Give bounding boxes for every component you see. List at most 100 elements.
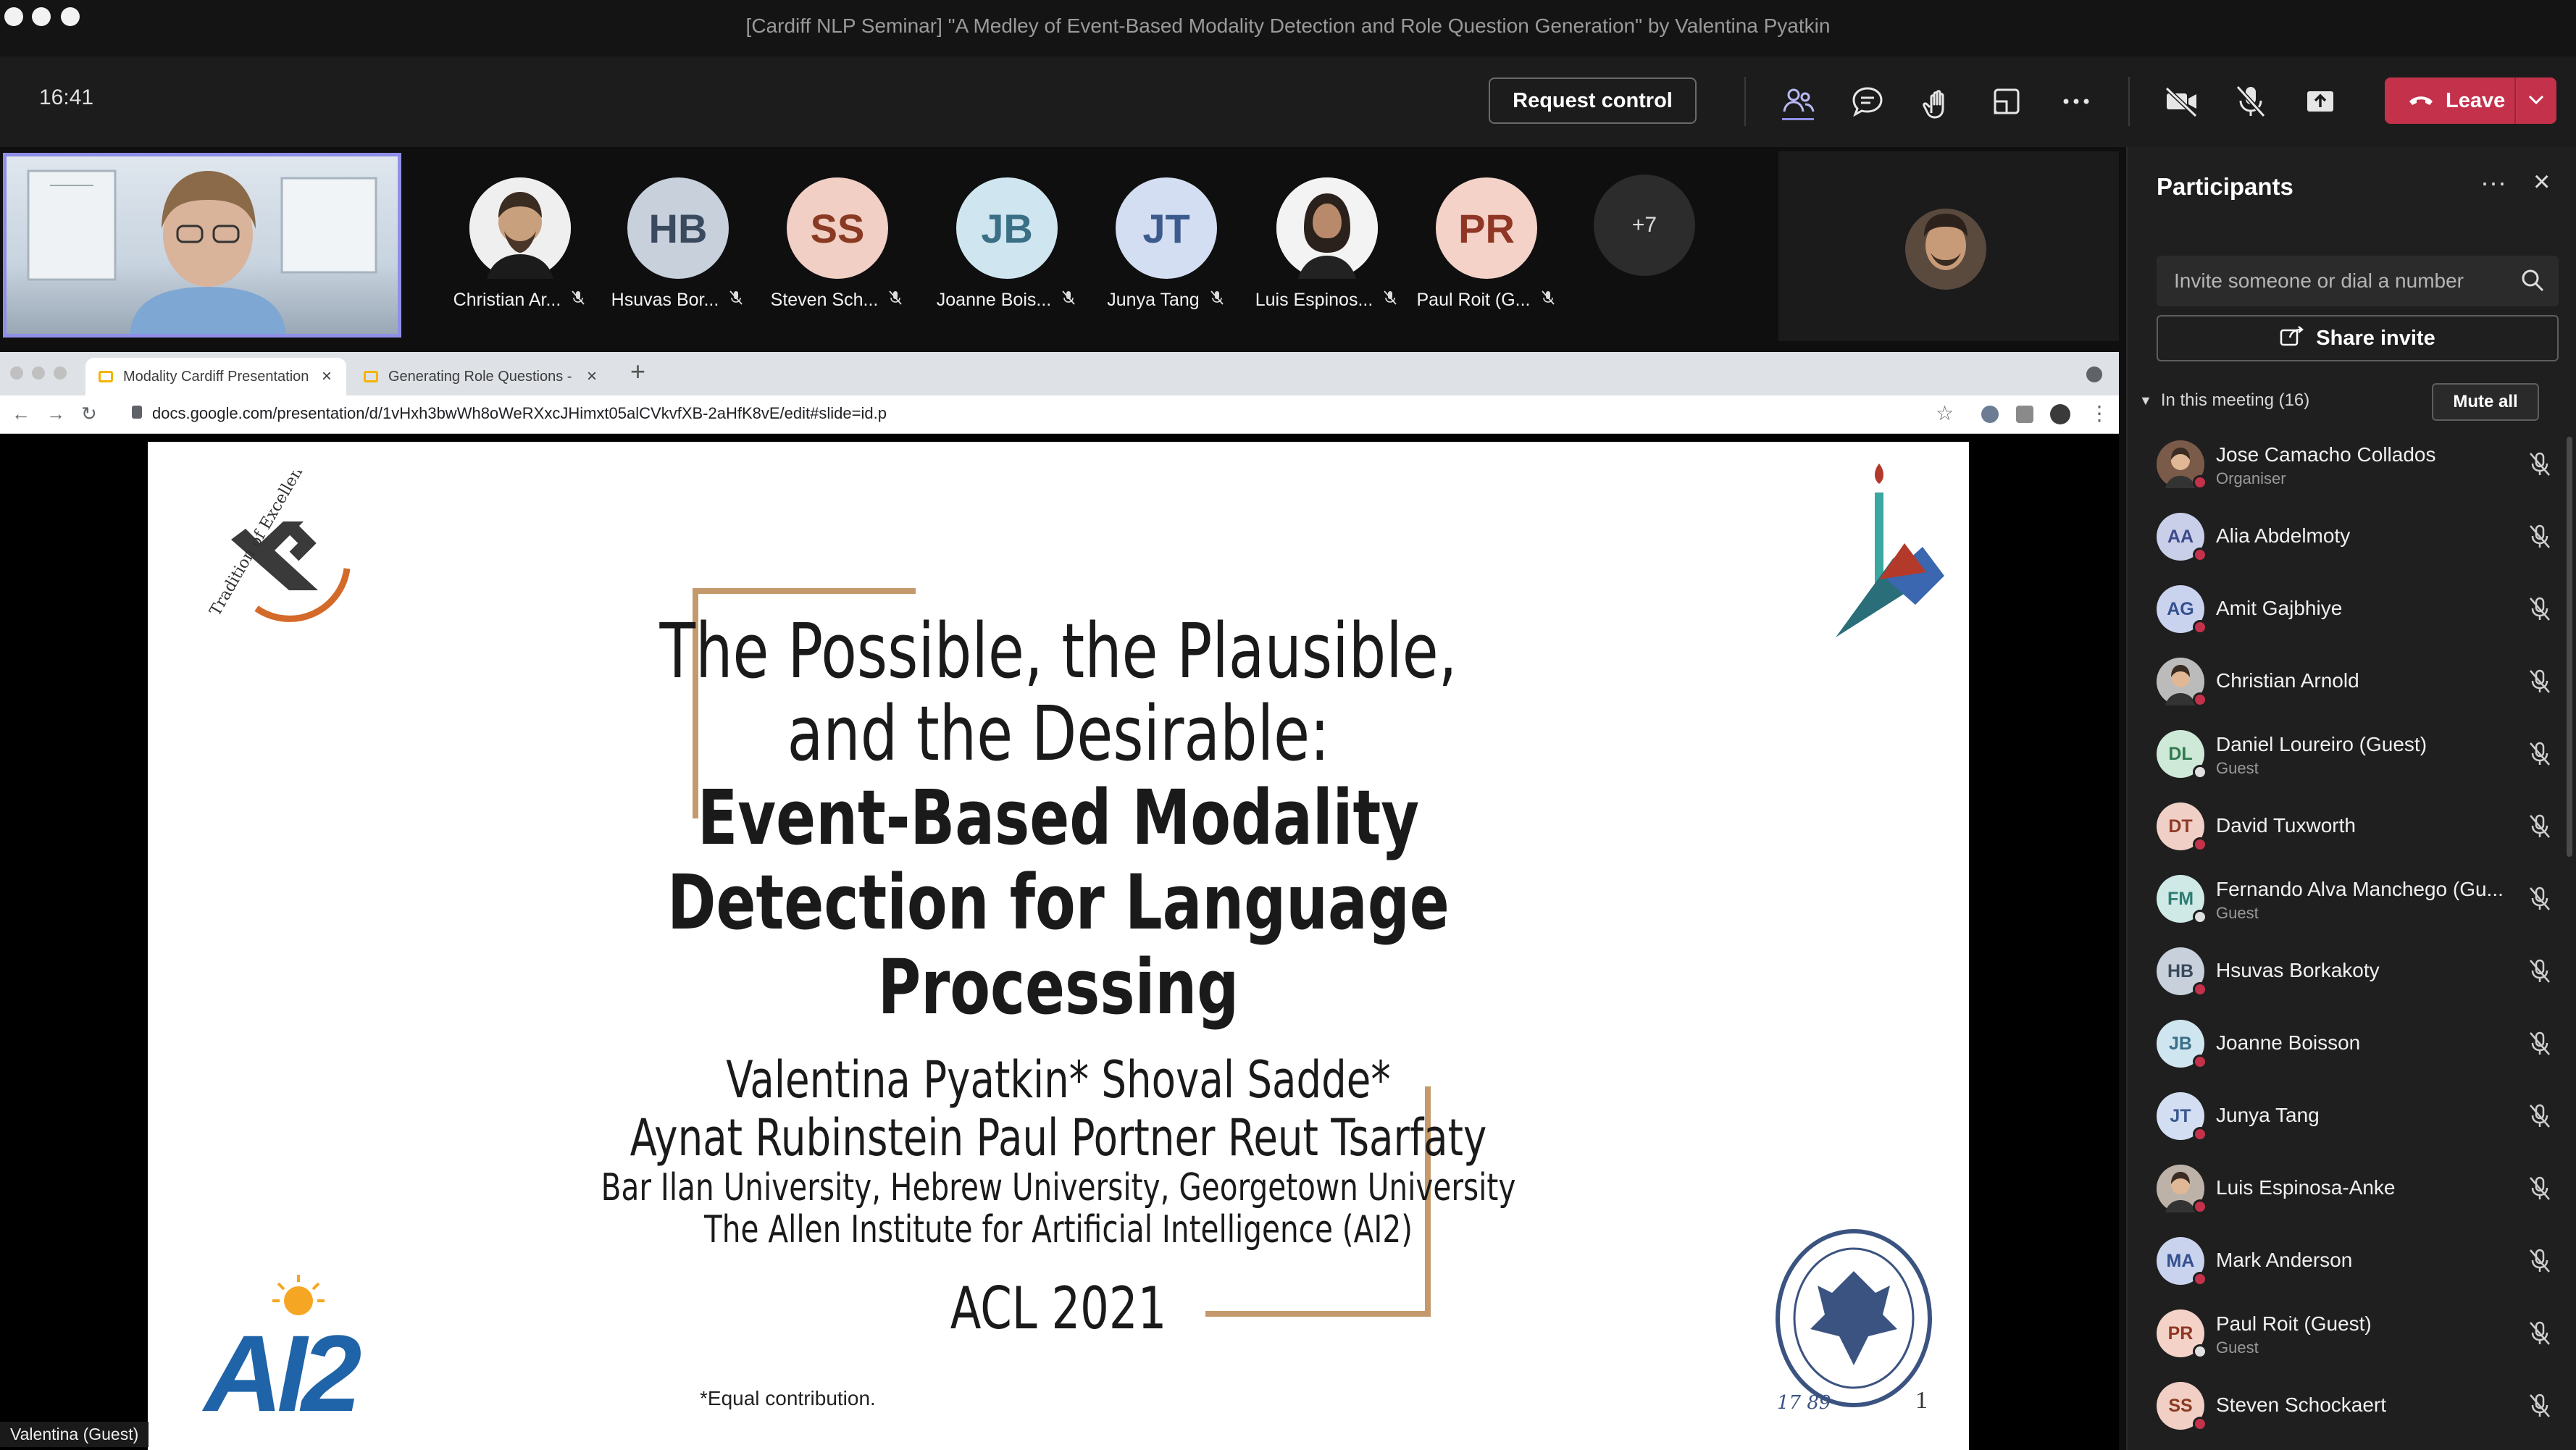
gallery-participant[interactable]: Luis Espinos... bbox=[1255, 177, 1400, 311]
leave-label: Leave bbox=[2446, 88, 2506, 112]
browser-tab-active[interactable]: Modality Cardiff Presentation × bbox=[85, 358, 346, 395]
presenter-video[interactable] bbox=[3, 153, 401, 338]
browser-nav-icons[interactable]: ←→↻ bbox=[12, 403, 113, 425]
tab-search-icon[interactable] bbox=[2086, 366, 2102, 382]
participant-row[interactable]: Christian Arnold bbox=[2157, 649, 2551, 714]
participant-role: Organiser bbox=[2216, 469, 2286, 487]
participant-row[interactable]: JB Joanne Boisson bbox=[2157, 1011, 2551, 1076]
participant-name: Paul Roit (G... bbox=[1416, 290, 1531, 310]
mic-off-icon[interactable] bbox=[2526, 1247, 2554, 1275]
participant-row[interactable]: PR Paul Roit (Guest) Guest bbox=[2157, 1301, 2551, 1366]
mic-off-icon[interactable] bbox=[2526, 813, 2554, 840]
panel-scrollbar[interactable] bbox=[2567, 437, 2572, 857]
participant-name: David Tuxworth bbox=[2216, 814, 2356, 837]
panel-more-icon[interactable]: ··· bbox=[2480, 167, 2506, 198]
gallery-participant[interactable]: HB Hsuvas Bor... bbox=[606, 177, 750, 311]
leave-options-button[interactable] bbox=[2514, 77, 2556, 124]
share-invite-button[interactable]: Share invite bbox=[2157, 315, 2559, 361]
participant-row[interactable]: Jose Camacho Collados Organiser bbox=[2157, 432, 2551, 497]
gallery-participant[interactable]: Christian Ar... bbox=[448, 177, 593, 311]
in-meeting-section-toggle[interactable]: ▼ In this meeting (16) bbox=[2139, 390, 2309, 411]
participant-name: Junya Tang bbox=[1107, 290, 1200, 310]
mic-off-icon[interactable] bbox=[2526, 1030, 2554, 1057]
mic-off-icon[interactable] bbox=[2526, 1175, 2554, 1202]
participant-row[interactable]: MA Mark Anderson bbox=[2157, 1228, 2551, 1294]
request-control-button[interactable]: Request control bbox=[1489, 77, 1697, 124]
mute-all-button[interactable]: Mute all bbox=[2432, 383, 2539, 421]
slide-venue: ACL 2021 bbox=[950, 1275, 1167, 1342]
people-icon[interactable] bbox=[1779, 83, 1817, 120]
presence-status-icon bbox=[2193, 765, 2207, 779]
mic-off-icon[interactable] bbox=[2526, 740, 2554, 768]
mic-off-icon[interactable] bbox=[2526, 885, 2554, 913]
extension-icon[interactable] bbox=[1981, 406, 1999, 423]
avatar-initials: AG bbox=[2167, 598, 2194, 619]
close-tab-icon[interactable]: × bbox=[322, 366, 332, 387]
gallery-participant[interactable]: JT Junya Tang bbox=[1094, 177, 1239, 311]
participant-name: Alia Abdelmoty bbox=[2216, 524, 2351, 547]
gallery-participant[interactable]: PR Paul Roit (G... bbox=[1414, 177, 1559, 311]
invite-search-input[interactable]: Invite someone or dial a number bbox=[2157, 256, 2559, 306]
browser-menu-icon[interactable]: ⋮ bbox=[2089, 401, 2109, 425]
camera-off-icon[interactable] bbox=[2162, 83, 2200, 120]
mic-off-icon[interactable] bbox=[2232, 83, 2270, 120]
mic-off-icon[interactable] bbox=[2526, 595, 2554, 623]
slides-icon bbox=[364, 371, 378, 382]
mic-off-icon[interactable] bbox=[2526, 523, 2554, 550]
more-participants-button[interactable]: +7 bbox=[1594, 175, 1695, 276]
participant-row[interactable]: HB Hsuvas Borkakoty bbox=[2157, 939, 2551, 1004]
participant-row[interactable]: SS Steven Schockaert bbox=[2157, 1373, 2551, 1438]
gallery-participant[interactable]: SS Steven Sch... bbox=[765, 177, 910, 311]
georgetown-seal: 17 89 bbox=[1776, 1229, 1932, 1414]
invite-placeholder: Invite someone or dial a number bbox=[2174, 269, 2464, 292]
mic-off-icon[interactable] bbox=[2526, 957, 2554, 985]
gallery-participant[interactable]: JB Joanne Bois... bbox=[934, 177, 1079, 311]
mic-off-icon bbox=[1208, 289, 1226, 311]
meeting-clock: 16:41 bbox=[39, 85, 94, 109]
search-icon[interactable] bbox=[2519, 267, 2546, 298]
browser-tab[interactable]: Generating Role Questions - G × bbox=[351, 358, 611, 395]
speaker-video-tile[interactable] bbox=[1778, 151, 2119, 341]
chat-icon[interactable] bbox=[1849, 83, 1886, 120]
window-titlebar: [Cardiff NLP Seminar] "A Medley of Event… bbox=[0, 0, 2576, 56]
participant-name: Steven Sch... bbox=[770, 290, 879, 310]
presence-status-icon bbox=[2193, 910, 2207, 924]
puzzle-icon[interactable] bbox=[2016, 406, 2033, 423]
avatar: PR bbox=[1436, 177, 1537, 279]
avatar-initials: JT bbox=[2170, 1105, 2191, 1126]
participant-row[interactable]: AG Amit Gajbhiye bbox=[2157, 577, 2551, 642]
participant-name: Paul Roit (Guest) bbox=[2216, 1312, 2372, 1335]
browser-tabstrip: Modality Cardiff Presentation × Generati… bbox=[0, 352, 2119, 395]
avatar-initials: DT bbox=[2168, 816, 2193, 837]
close-tab-icon[interactable]: × bbox=[587, 366, 597, 387]
close-panel-icon[interactable]: × bbox=[2533, 166, 2550, 198]
share-content-icon[interactable] bbox=[2301, 83, 2339, 120]
participant-row[interactable]: AA Alia Abdelmoty bbox=[2157, 504, 2551, 569]
participant-row[interactable]: DL Daniel Loureiro (Guest) Guest bbox=[2157, 721, 2551, 787]
participant-row[interactable]: DT David Tuxworth bbox=[2157, 794, 2551, 859]
avatar-initials: JB bbox=[981, 205, 1033, 251]
presence-status-icon bbox=[2193, 1417, 2207, 1431]
mic-off-icon[interactable] bbox=[2526, 450, 2554, 478]
leave-button[interactable]: Leave bbox=[2385, 77, 2556, 124]
new-tab-button[interactable]: + bbox=[630, 356, 645, 387]
participant-name: Amit Gajbhiye bbox=[2216, 597, 2343, 619]
participant-row[interactable]: JT Junya Tang bbox=[2157, 1084, 2551, 1149]
url-field[interactable]: docs.google.com/presentation/d/1vHxh3bwW… bbox=[152, 404, 887, 423]
reactions-icon[interactable] bbox=[1918, 83, 1956, 120]
participant-name: Joanne Boisson bbox=[2216, 1031, 2361, 1054]
bookmark-star-icon[interactable]: ☆ bbox=[1936, 401, 1954, 425]
mic-off-icon[interactable] bbox=[2526, 1320, 2554, 1347]
slide-affiliation: The Allen Institute for Artificial Intel… bbox=[704, 1208, 1413, 1252]
participant-row[interactable]: Luis Espinosa-Anke bbox=[2157, 1156, 2551, 1221]
toolbar-divider bbox=[2128, 77, 2130, 126]
mic-off-icon[interactable] bbox=[2526, 1392, 2554, 1420]
mic-off-icon[interactable] bbox=[2526, 1102, 2554, 1130]
share-tray-icon[interactable] bbox=[1988, 83, 2025, 120]
more-icon[interactable] bbox=[2057, 83, 2095, 120]
mic-off-icon[interactable] bbox=[2526, 668, 2554, 695]
participant-role: Guest bbox=[2216, 1338, 2259, 1357]
slide-authors: Aynat Rubinstein Paul Portner Reut Tsarf… bbox=[630, 1108, 1487, 1168]
participant-row[interactable]: FM Fernando Alva Manchego (Gu... Guest bbox=[2157, 866, 2551, 931]
profile-avatar[interactable] bbox=[2050, 404, 2070, 424]
